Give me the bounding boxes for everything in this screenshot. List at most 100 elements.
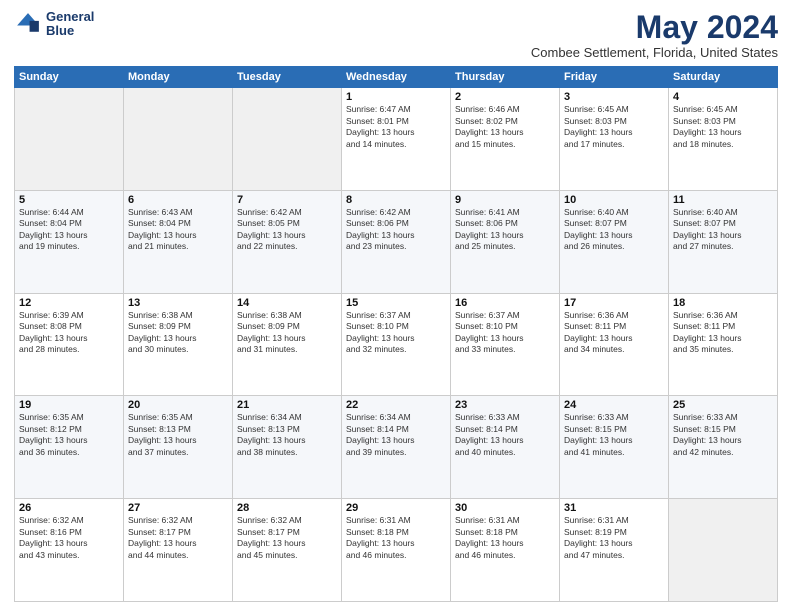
day-info: Sunrise: 6:34 AM Sunset: 8:14 PM Dayligh…	[346, 412, 446, 458]
day-info: Sunrise: 6:42 AM Sunset: 8:06 PM Dayligh…	[346, 207, 446, 253]
calendar-cell: 5Sunrise: 6:44 AM Sunset: 8:04 PM Daylig…	[15, 190, 124, 293]
day-info: Sunrise: 6:47 AM Sunset: 8:01 PM Dayligh…	[346, 104, 446, 150]
calendar-week-row: 1Sunrise: 6:47 AM Sunset: 8:01 PM Daylig…	[15, 88, 778, 191]
calendar-cell	[124, 88, 233, 191]
calendar-cell: 16Sunrise: 6:37 AM Sunset: 8:10 PM Dayli…	[451, 293, 560, 396]
day-number: 18	[673, 297, 773, 309]
day-number: 8	[346, 194, 446, 206]
day-info: Sunrise: 6:40 AM Sunset: 8:07 PM Dayligh…	[564, 207, 664, 253]
day-header-sunday: Sunday	[15, 67, 124, 88]
day-header-monday: Monday	[124, 67, 233, 88]
day-number: 1	[346, 91, 446, 103]
header: General Blue May 2024 Combee Settlement,…	[14, 10, 778, 60]
title-block: May 2024 Combee Settlement, Florida, Uni…	[531, 10, 778, 60]
day-number: 27	[128, 502, 228, 514]
calendar-cell	[15, 88, 124, 191]
calendar-cell: 12Sunrise: 6:39 AM Sunset: 8:08 PM Dayli…	[15, 293, 124, 396]
day-number: 19	[19, 399, 119, 411]
day-number: 9	[455, 194, 555, 206]
day-number: 28	[237, 502, 337, 514]
day-header-friday: Friday	[560, 67, 669, 88]
day-number: 11	[673, 194, 773, 206]
day-number: 17	[564, 297, 664, 309]
day-number: 14	[237, 297, 337, 309]
day-info: Sunrise: 6:36 AM Sunset: 8:11 PM Dayligh…	[564, 310, 664, 356]
day-header-saturday: Saturday	[669, 67, 778, 88]
calendar-cell: 26Sunrise: 6:32 AM Sunset: 8:16 PM Dayli…	[15, 499, 124, 602]
calendar-cell: 18Sunrise: 6:36 AM Sunset: 8:11 PM Dayli…	[669, 293, 778, 396]
day-number: 16	[455, 297, 555, 309]
logo-line2: Blue	[46, 24, 94, 38]
calendar-cell: 21Sunrise: 6:34 AM Sunset: 8:13 PM Dayli…	[233, 396, 342, 499]
page: General Blue May 2024 Combee Settlement,…	[0, 0, 792, 612]
calendar-cell: 28Sunrise: 6:32 AM Sunset: 8:17 PM Dayli…	[233, 499, 342, 602]
calendar-cell: 11Sunrise: 6:40 AM Sunset: 8:07 PM Dayli…	[669, 190, 778, 293]
calendar-cell: 14Sunrise: 6:38 AM Sunset: 8:09 PM Dayli…	[233, 293, 342, 396]
calendar-cell: 8Sunrise: 6:42 AM Sunset: 8:06 PM Daylig…	[342, 190, 451, 293]
day-number: 21	[237, 399, 337, 411]
calendar-cell: 23Sunrise: 6:33 AM Sunset: 8:14 PM Dayli…	[451, 396, 560, 499]
day-number: 30	[455, 502, 555, 514]
day-info: Sunrise: 6:35 AM Sunset: 8:13 PM Dayligh…	[128, 412, 228, 458]
calendar-cell: 24Sunrise: 6:33 AM Sunset: 8:15 PM Dayli…	[560, 396, 669, 499]
day-info: Sunrise: 6:32 AM Sunset: 8:17 PM Dayligh…	[128, 515, 228, 561]
calendar-header-row: SundayMondayTuesdayWednesdayThursdayFrid…	[15, 67, 778, 88]
day-info: Sunrise: 6:39 AM Sunset: 8:08 PM Dayligh…	[19, 310, 119, 356]
day-number: 5	[19, 194, 119, 206]
calendar-week-row: 19Sunrise: 6:35 AM Sunset: 8:12 PM Dayli…	[15, 396, 778, 499]
day-info: Sunrise: 6:38 AM Sunset: 8:09 PM Dayligh…	[128, 310, 228, 356]
day-number: 31	[564, 502, 664, 514]
day-header-wednesday: Wednesday	[342, 67, 451, 88]
calendar-cell: 13Sunrise: 6:38 AM Sunset: 8:09 PM Dayli…	[124, 293, 233, 396]
day-info: Sunrise: 6:35 AM Sunset: 8:12 PM Dayligh…	[19, 412, 119, 458]
day-info: Sunrise: 6:32 AM Sunset: 8:17 PM Dayligh…	[237, 515, 337, 561]
calendar-cell: 3Sunrise: 6:45 AM Sunset: 8:03 PM Daylig…	[560, 88, 669, 191]
subtitle: Combee Settlement, Florida, United State…	[531, 45, 778, 60]
day-info: Sunrise: 6:43 AM Sunset: 8:04 PM Dayligh…	[128, 207, 228, 253]
day-number: 6	[128, 194, 228, 206]
day-number: 25	[673, 399, 773, 411]
day-number: 26	[19, 502, 119, 514]
calendar-cell: 10Sunrise: 6:40 AM Sunset: 8:07 PM Dayli…	[560, 190, 669, 293]
day-info: Sunrise: 6:45 AM Sunset: 8:03 PM Dayligh…	[673, 104, 773, 150]
day-info: Sunrise: 6:31 AM Sunset: 8:18 PM Dayligh…	[346, 515, 446, 561]
calendar-cell: 20Sunrise: 6:35 AM Sunset: 8:13 PM Dayli…	[124, 396, 233, 499]
calendar-week-row: 5Sunrise: 6:44 AM Sunset: 8:04 PM Daylig…	[15, 190, 778, 293]
day-header-thursday: Thursday	[451, 67, 560, 88]
calendar-cell: 15Sunrise: 6:37 AM Sunset: 8:10 PM Dayli…	[342, 293, 451, 396]
day-info: Sunrise: 6:32 AM Sunset: 8:16 PM Dayligh…	[19, 515, 119, 561]
calendar-cell: 30Sunrise: 6:31 AM Sunset: 8:18 PM Dayli…	[451, 499, 560, 602]
day-number: 10	[564, 194, 664, 206]
calendar-cell: 25Sunrise: 6:33 AM Sunset: 8:15 PM Dayli…	[669, 396, 778, 499]
logo-line1: General	[46, 10, 94, 24]
logo-text: General Blue	[46, 10, 94, 39]
day-info: Sunrise: 6:36 AM Sunset: 8:11 PM Dayligh…	[673, 310, 773, 356]
day-number: 2	[455, 91, 555, 103]
calendar-cell: 7Sunrise: 6:42 AM Sunset: 8:05 PM Daylig…	[233, 190, 342, 293]
day-info: Sunrise: 6:33 AM Sunset: 8:14 PM Dayligh…	[455, 412, 555, 458]
day-number: 29	[346, 502, 446, 514]
day-number: 3	[564, 91, 664, 103]
day-number: 23	[455, 399, 555, 411]
calendar-cell: 17Sunrise: 6:36 AM Sunset: 8:11 PM Dayli…	[560, 293, 669, 396]
calendar-cell: 27Sunrise: 6:32 AM Sunset: 8:17 PM Dayli…	[124, 499, 233, 602]
day-info: Sunrise: 6:37 AM Sunset: 8:10 PM Dayligh…	[455, 310, 555, 356]
day-info: Sunrise: 6:45 AM Sunset: 8:03 PM Dayligh…	[564, 104, 664, 150]
calendar-cell: 4Sunrise: 6:45 AM Sunset: 8:03 PM Daylig…	[669, 88, 778, 191]
day-number: 12	[19, 297, 119, 309]
calendar-cell	[669, 499, 778, 602]
calendar-week-row: 12Sunrise: 6:39 AM Sunset: 8:08 PM Dayli…	[15, 293, 778, 396]
day-number: 24	[564, 399, 664, 411]
day-info: Sunrise: 6:44 AM Sunset: 8:04 PM Dayligh…	[19, 207, 119, 253]
day-info: Sunrise: 6:40 AM Sunset: 8:07 PM Dayligh…	[673, 207, 773, 253]
calendar-cell: 1Sunrise: 6:47 AM Sunset: 8:01 PM Daylig…	[342, 88, 451, 191]
day-number: 13	[128, 297, 228, 309]
calendar-cell	[233, 88, 342, 191]
calendar-cell: 9Sunrise: 6:41 AM Sunset: 8:06 PM Daylig…	[451, 190, 560, 293]
calendar-table: SundayMondayTuesdayWednesdayThursdayFrid…	[14, 66, 778, 602]
day-info: Sunrise: 6:31 AM Sunset: 8:18 PM Dayligh…	[455, 515, 555, 561]
day-info: Sunrise: 6:42 AM Sunset: 8:05 PM Dayligh…	[237, 207, 337, 253]
calendar-cell: 6Sunrise: 6:43 AM Sunset: 8:04 PM Daylig…	[124, 190, 233, 293]
day-number: 20	[128, 399, 228, 411]
day-info: Sunrise: 6:41 AM Sunset: 8:06 PM Dayligh…	[455, 207, 555, 253]
